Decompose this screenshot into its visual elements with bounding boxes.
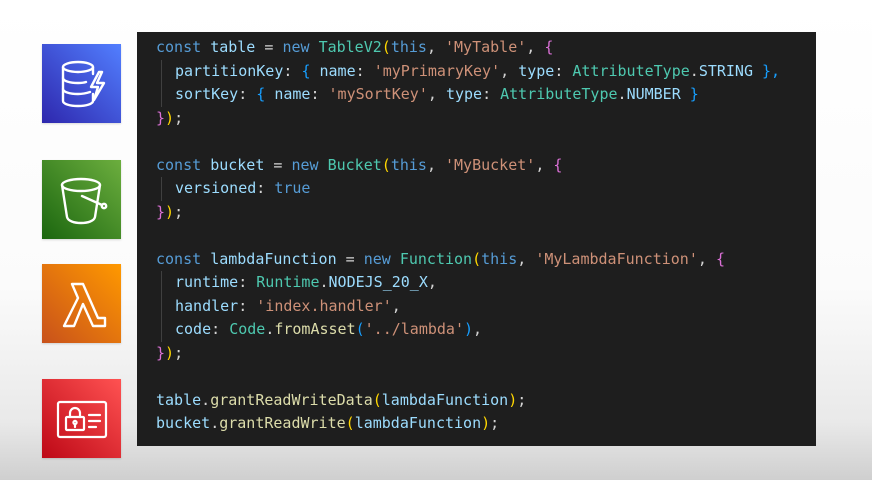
code-line-7: versioned: true — [156, 177, 816, 201]
code-line-15-blank — [156, 365, 816, 389]
s3-bucket-icon — [42, 160, 121, 239]
code-line-5-blank — [156, 130, 816, 154]
code-line-14: }); — [156, 343, 184, 362]
iam-icon — [42, 379, 121, 458]
code-line-3: sortKey: { name: 'mySortKey', type: Attr… — [156, 83, 816, 107]
code-line-1: const table = new TableV2(this, 'MyTable… — [156, 38, 554, 56]
code-line-2: partitionKey: { name: 'myPrimaryKey', ty… — [156, 59, 816, 84]
code-line-8: }); — [156, 202, 184, 221]
code-line-11: runtime: Runtime.NODEJS_20_X, — [156, 271, 816, 295]
code-line-12: handler: 'index.handler', — [156, 294, 816, 319]
code-line-13: code: Code.fromAsset('../lambda'), — [156, 318, 816, 342]
code-line-16: table.grantReadWriteData(lambdaFunction)… — [156, 390, 527, 409]
code-editor: const table = new TableV2(this, 'MyTable… — [137, 32, 816, 446]
code-line-10: const lambdaFunction = new Function(this… — [156, 249, 725, 268]
dynamodb-icon — [42, 44, 121, 123]
code-line-6: const bucket = new Bucket(this, 'MyBucke… — [156, 155, 563, 174]
code-line-4: }); — [156, 108, 184, 127]
code-line-17: bucket.grantReadWrite(lambdaFunction); — [156, 414, 500, 432]
code-line-9-blank — [156, 224, 816, 248]
lambda-icon — [42, 264, 121, 343]
